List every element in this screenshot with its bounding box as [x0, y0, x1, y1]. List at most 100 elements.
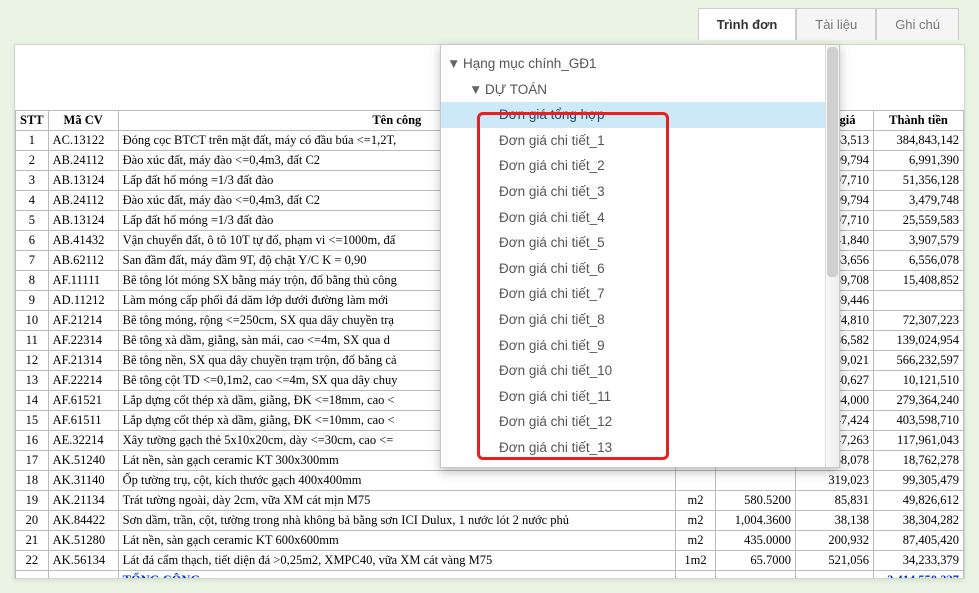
tree-item[interactable]: Đơn giá chi tiết_4 — [441, 205, 825, 231]
cell-tt: 10,121,510 — [874, 371, 964, 391]
tree-item[interactable]: Đơn giá chi tiết_10 — [441, 358, 825, 384]
tree-item[interactable]: Đơn giá chi tiết_13 — [441, 435, 825, 461]
cell-ten: Ốp tường trụ, cột, kích thước gạch 400x4… — [118, 471, 675, 491]
cell-kl: 65.7000 — [716, 551, 796, 571]
cell-tt: 99,305,479 — [874, 471, 964, 491]
cell-tt: 117,961,043 — [874, 431, 964, 451]
tree-item[interactable]: Đơn giá chi tiết_6 — [441, 256, 825, 282]
tree-item[interactable]: Đơn giá chi tiết_7 — [441, 281, 825, 307]
cell-macv: AB.13124 — [48, 171, 118, 191]
cell-tt: 3,907,579 — [874, 231, 964, 251]
tree-root[interactable]: ▼ Hạng mục chính_GĐ1 — [441, 51, 825, 77]
hdr-tt: Thành tiền — [874, 111, 964, 131]
cell-stt: 2 — [16, 151, 49, 171]
cell-macv: AC.13122 — [48, 131, 118, 151]
cell-stt: 5 — [16, 211, 49, 231]
table-row[interactable]: 20AK.84422Sơn dầm, trần, cột, tường tron… — [16, 511, 964, 531]
cell-stt: 14 — [16, 391, 49, 411]
cell-dvt: m2 — [676, 511, 716, 531]
tab-docs[interactable]: Tài liệu — [796, 8, 876, 40]
cell-macv: AF.11111 — [48, 271, 118, 291]
cell-ten: Lát nền, sàn gạch ceramic KT 600x600mm — [118, 531, 675, 551]
cell-dg: 521,056 — [796, 551, 874, 571]
total-label: TỔNG CỘNG — [118, 571, 675, 580]
caret-down-icon: ▼ — [469, 79, 481, 101]
tree-item[interactable]: Đơn giá chi tiết_11 — [441, 384, 825, 410]
cell-dvt: m2 — [676, 491, 716, 511]
cell-ten: Trát tường ngoài, dày 2cm, vữa XM cát mị… — [118, 491, 675, 511]
cell-macv: AE.32214 — [48, 431, 118, 451]
tree-root-label: Hạng mục chính_GĐ1 — [463, 53, 597, 75]
scroll-thumb[interactable] — [827, 47, 838, 277]
cell-dvt: m2 — [676, 531, 716, 551]
cell-tt: 25,559,583 — [874, 211, 964, 231]
cell-tt: 15,408,852 — [874, 271, 964, 291]
hdr-stt: STT — [16, 111, 49, 131]
tree-item[interactable]: Đơn giá chi tiết_9 — [441, 333, 825, 359]
top-tabs: Trình đơn Tài liệu Ghi chú — [698, 8, 959, 40]
cell-tt: 139,024,954 — [874, 331, 964, 351]
cell-tt: 6,991,390 — [874, 151, 964, 171]
cell-macv: AB.41432 — [48, 231, 118, 251]
tree-item[interactable]: Đơn giá chi tiết_5 — [441, 230, 825, 256]
tab-notes[interactable]: Ghi chú — [876, 8, 959, 40]
table-row[interactable]: 18AK.31140Ốp tường trụ, cột, kích thước … — [16, 471, 964, 491]
cell-stt: 6 — [16, 231, 49, 251]
cell-macv: AF.21214 — [48, 311, 118, 331]
cell-tt: 34,233,379 — [874, 551, 964, 571]
cell-stt: 10 — [16, 311, 49, 331]
cell-tt: 403,598,710 — [874, 411, 964, 431]
cell-macv: AF.22214 — [48, 371, 118, 391]
cell-dg: 38,138 — [796, 511, 874, 531]
cell-stt: 3 — [16, 171, 49, 191]
caret-down-icon: ▼ — [447, 53, 459, 75]
cell-stt: 15 — [16, 411, 49, 431]
tree-item[interactable]: Đơn giá chi tiết_1 — [441, 128, 825, 154]
cell-dg: 200,932 — [796, 531, 874, 551]
tree-item[interactable]: Đơn giá chi tiết_8 — [441, 307, 825, 333]
cell-tt: 6,556,078 — [874, 251, 964, 271]
cell-stt: 11 — [16, 331, 49, 351]
cell-tt: 87,405,420 — [874, 531, 964, 551]
cell-tt — [874, 291, 964, 311]
cell-tt: 49,826,612 — [874, 491, 964, 511]
cell-stt: 13 — [16, 371, 49, 391]
cell-stt: 17 — [16, 451, 49, 471]
table-row[interactable]: 19AK.21134Trát tường ngoài, dày 2cm, vữa… — [16, 491, 964, 511]
cell-tt: 3,479,748 — [874, 191, 964, 211]
cell-stt: 12 — [16, 351, 49, 371]
tree-item[interactable]: Đơn giá tổng hợp — [441, 102, 825, 128]
total-value: 2,414,550,227 — [874, 571, 964, 580]
total-row: TỔNG CỘNG 2,414,550,227 — [16, 571, 964, 580]
cell-macv: AK.51280 — [48, 531, 118, 551]
cell-macv: AF.61511 — [48, 411, 118, 431]
table-row[interactable]: 22AK.56134Lát đá cẩm thạch, tiết diện đá… — [16, 551, 964, 571]
cell-macv: AK.31140 — [48, 471, 118, 491]
cell-tt: 566,232,597 — [874, 351, 964, 371]
tree-item[interactable]: Đơn giá chi tiết_14 — [441, 461, 825, 468]
cell-macv: AB.24112 — [48, 191, 118, 211]
cell-macv: AD.11212 — [48, 291, 118, 311]
cell-stt: 21 — [16, 531, 49, 551]
tree-group[interactable]: ▼ DỰ TOÁN — [441, 77, 825, 103]
cell-kl: 580.5200 — [716, 491, 796, 511]
dropdown-scrollbar[interactable] — [825, 45, 839, 467]
tree-item[interactable]: Đơn giá chi tiết_3 — [441, 179, 825, 205]
tree-item[interactable]: Đơn giá chi tiết_2 — [441, 153, 825, 179]
cell-macv: AB.24112 — [48, 151, 118, 171]
cell-tt: 51,356,128 — [874, 171, 964, 191]
tab-menu[interactable]: Trình đơn — [698, 8, 797, 40]
cell-dvt — [676, 471, 716, 491]
cell-tt: 384,843,142 — [874, 131, 964, 151]
cell-kl: 1,004.3600 — [716, 511, 796, 531]
tree-item[interactable]: Đơn giá chi tiết_12 — [441, 409, 825, 435]
cell-kl: 435.0000 — [716, 531, 796, 551]
table-row[interactable]: 21AK.51280Lát nền, sàn gạch ceramic KT 6… — [16, 531, 964, 551]
cell-kl — [716, 471, 796, 491]
cell-stt: 20 — [16, 511, 49, 531]
cell-stt: 19 — [16, 491, 49, 511]
cell-macv: AF.61521 — [48, 391, 118, 411]
cell-tt: 18,762,278 — [874, 451, 964, 471]
cell-stt: 7 — [16, 251, 49, 271]
cell-stt: 22 — [16, 551, 49, 571]
